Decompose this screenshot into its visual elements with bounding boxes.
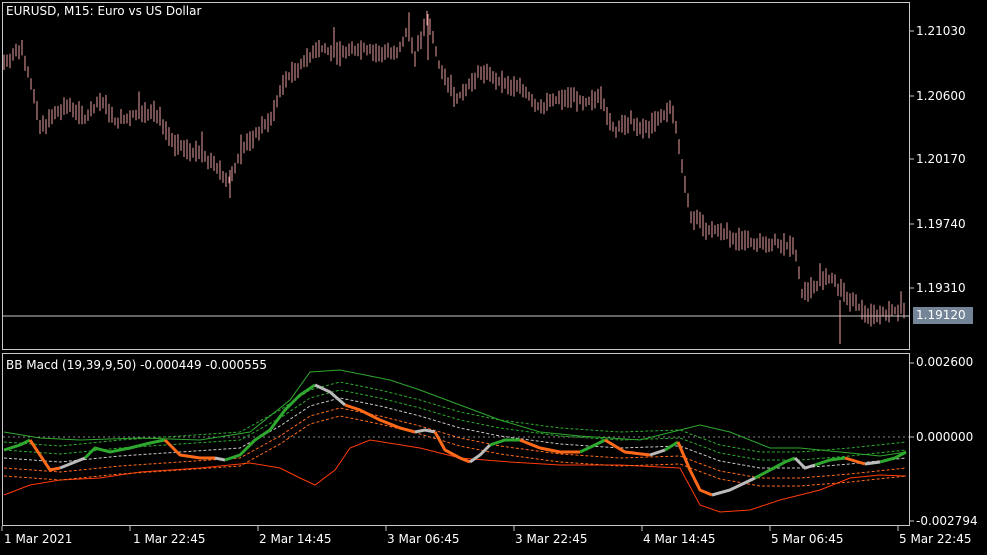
macd-line-segment — [214, 456, 226, 462]
time-axis-label: 4 Mar 14:45 — [643, 532, 716, 546]
macd-line-segment — [59, 456, 86, 470]
price-level-label: 1.20600 — [916, 89, 966, 103]
macd-line-segment — [344, 403, 416, 434]
time-axis-label: 1 Mar 22:45 — [133, 532, 206, 546]
price-level-label: 1.21030 — [916, 24, 966, 38]
macd-line-segment — [519, 438, 580, 454]
price-level-label: 1.19740 — [916, 217, 966, 231]
time-axis-label: 1 Mar 2021 — [4, 532, 73, 546]
signal-band-line — [3, 407, 907, 479]
indicator-level-label: 0.002600 — [916, 355, 974, 369]
macd-line-segment — [649, 448, 666, 457]
chart-canvas — [1, 10, 914, 531]
macd-line-segment — [314, 383, 346, 407]
macd-line-segment — [3, 438, 31, 452]
signal-band-line — [3, 397, 907, 469]
lower-band-line — [3, 439, 907, 513]
indicator-level-label: -0.002794 — [916, 514, 978, 528]
signal-band-line — [3, 389, 907, 461]
macd-line-segment — [844, 456, 866, 466]
current-price-tag: 1.19120 — [913, 307, 973, 324]
signal-band-line — [3, 415, 907, 487]
macd-line-segment — [579, 438, 606, 454]
upper-band-line — [3, 369, 907, 457]
time-axis-label: 5 Mar 06:45 — [771, 532, 844, 546]
price-level-label: 1.19310 — [916, 281, 966, 295]
time-axis-label: 3 Mar 06:45 — [387, 532, 460, 546]
time-axis-label: 3 Mar 22:45 — [515, 532, 588, 546]
macd-line-segment — [676, 441, 713, 497]
macd-line-segment — [864, 460, 881, 466]
macd-line-segment — [489, 438, 520, 447]
macd-line-segment — [814, 456, 846, 467]
time-axis-label: 2 Mar 14:45 — [259, 532, 332, 546]
macd-line-segment — [711, 476, 756, 497]
signal-band-line — [3, 381, 907, 453]
indicator-level-label: 0.000000 — [916, 430, 974, 444]
time-axis-label: 5 Mar 22:45 — [899, 532, 972, 546]
macd-line-segment — [414, 428, 436, 434]
macd-line-segment — [163, 438, 215, 460]
price-level-label: 1.20170 — [916, 152, 966, 166]
